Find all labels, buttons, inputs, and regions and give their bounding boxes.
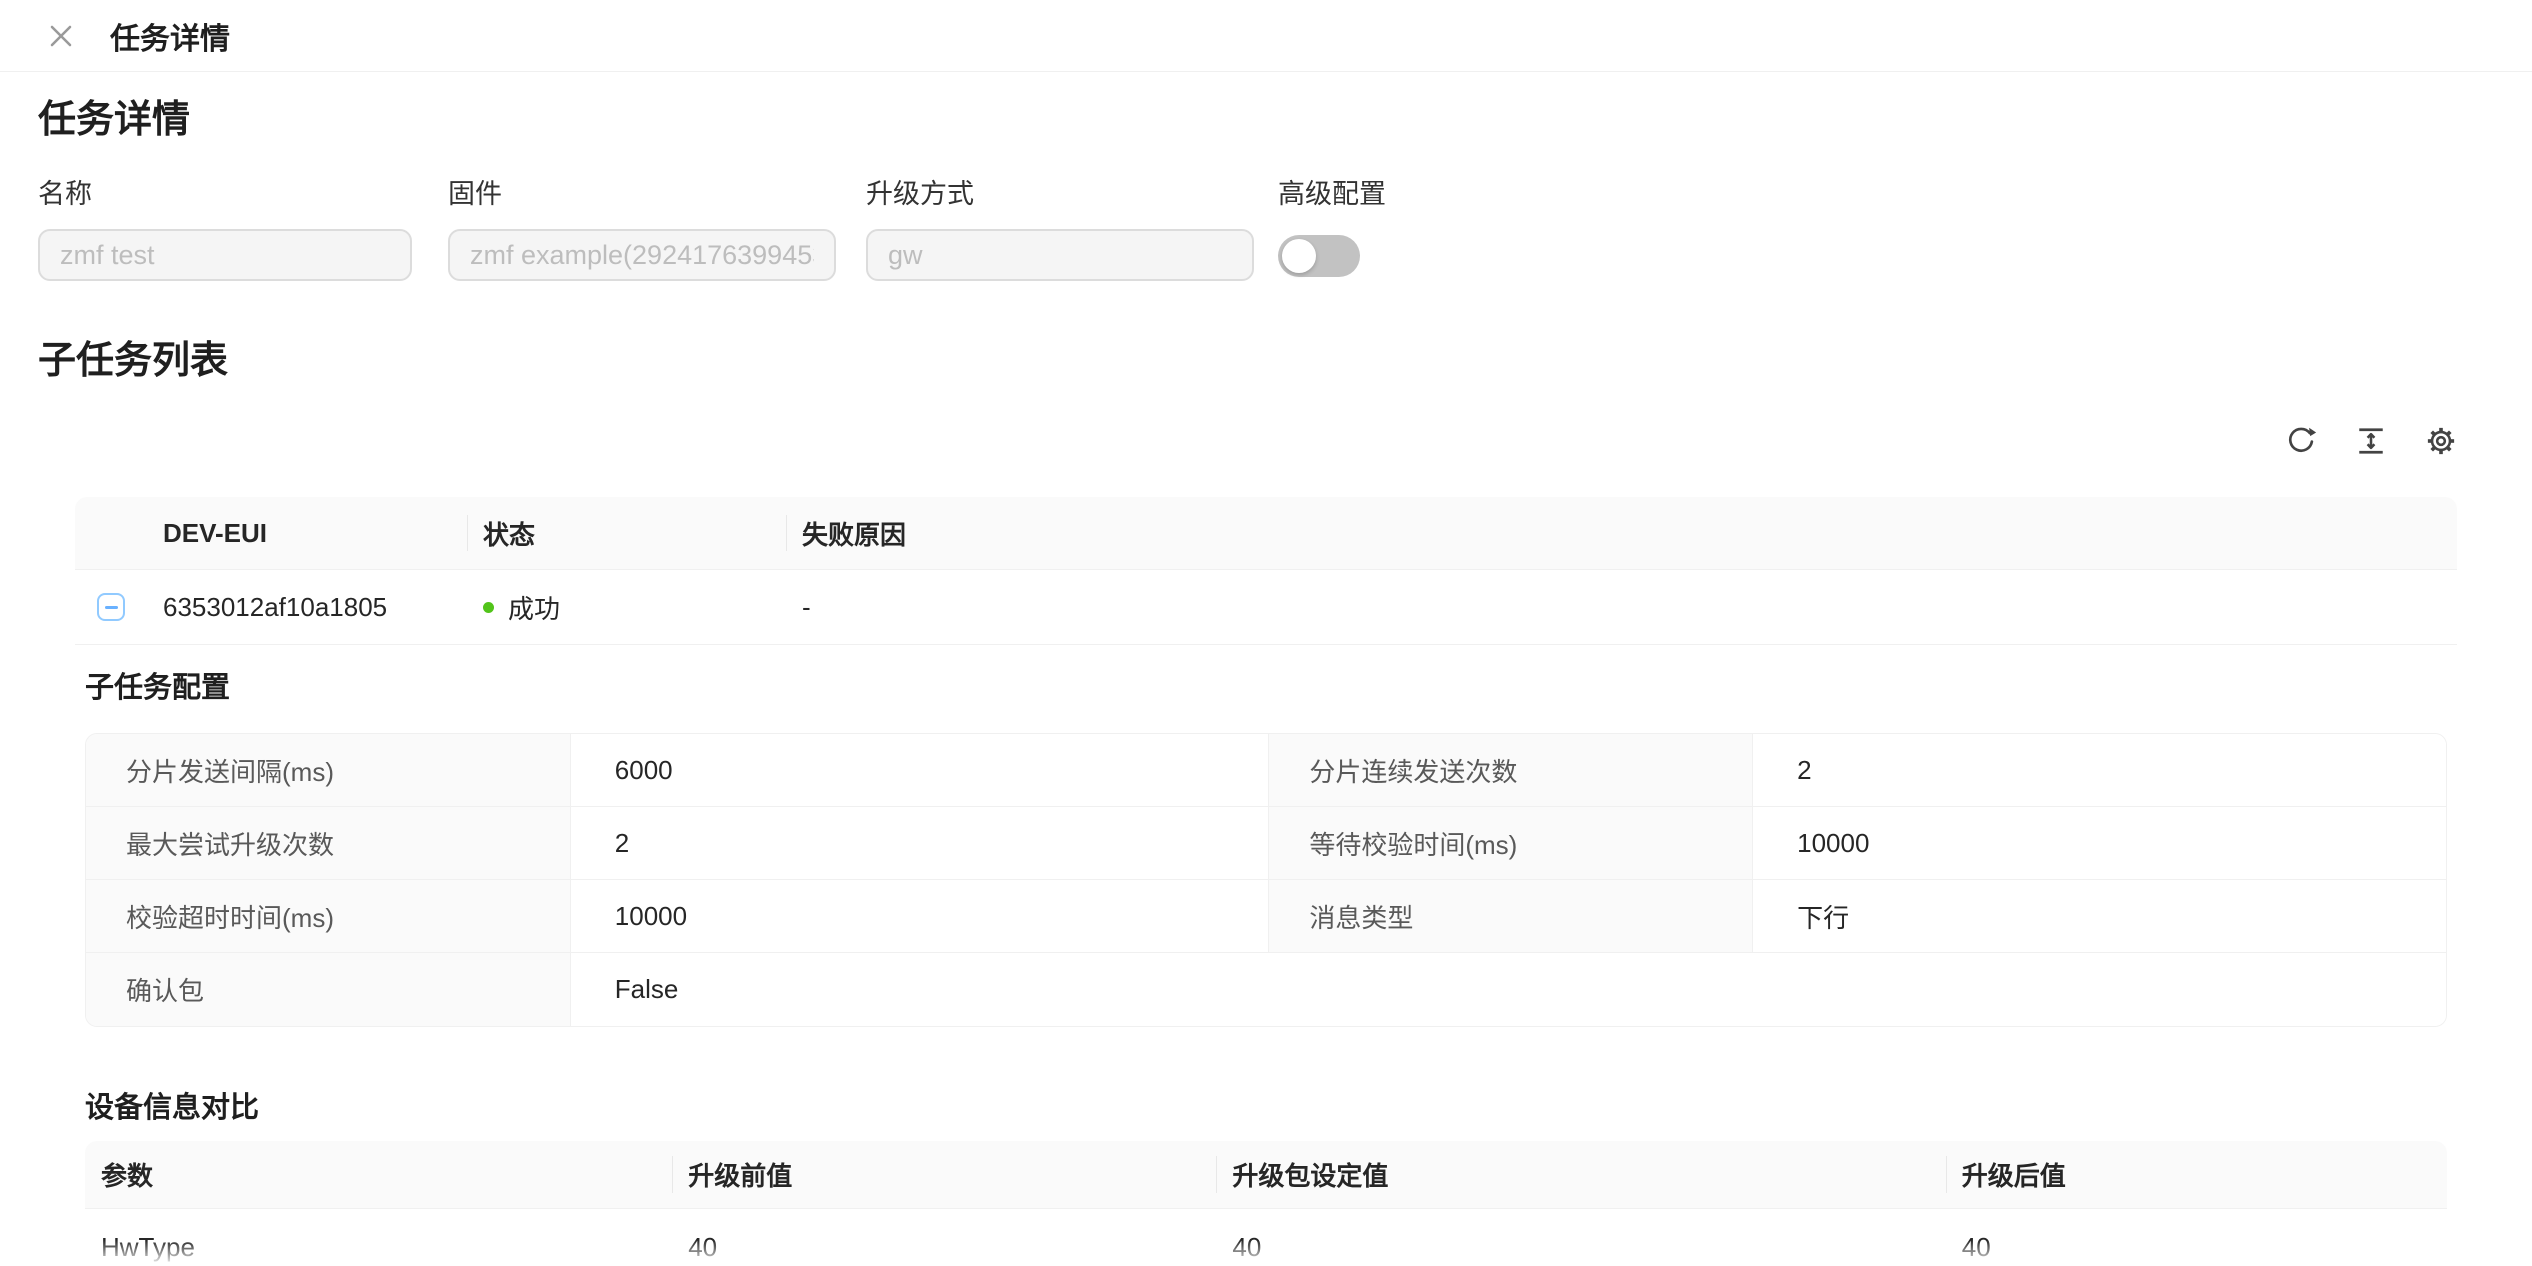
subtask-config-heading: 子任务配置 xyxy=(85,645,2447,707)
name-label: 名称 xyxy=(38,172,412,211)
name-input[interactable] xyxy=(38,229,412,281)
task-detail-form: 名称 固件 升级方式 高级配置 xyxy=(38,172,2494,281)
device-comparison-table: 参数 升级前值 升级包设定值 升级后值 HwType 40 40 40 xyxy=(85,1141,2447,1266)
header-before-value: 升级前值 xyxy=(672,1141,1216,1208)
header-after-value: 升级后值 xyxy=(1946,1141,2447,1208)
upgrade-method-label: 升级方式 xyxy=(866,172,1254,211)
dev-eui-value: 6353012af10a1805 xyxy=(147,592,467,623)
header-failure-reason: 失败原因 xyxy=(786,497,2457,569)
table-toolbar xyxy=(75,423,2457,459)
package-value: 40 xyxy=(1216,1232,1945,1263)
config-label: 消息类型 xyxy=(1268,880,1752,953)
before-value: 40 xyxy=(672,1232,1216,1263)
header-package-value: 升级包设定值 xyxy=(1216,1141,1945,1208)
device-comparison-heading: 设备信息对比 xyxy=(85,1065,2447,1127)
minus-icon xyxy=(105,606,118,609)
header-param: 参数 xyxy=(85,1141,672,1208)
status-dot-icon xyxy=(483,602,494,613)
header-expand-col xyxy=(75,497,147,569)
upgrade-method-input[interactable] xyxy=(866,229,1254,281)
param-name: HwType xyxy=(85,1232,672,1263)
drawer-header: 任务详情 xyxy=(0,0,2532,72)
config-value: 2 xyxy=(1752,734,2446,807)
config-value: 下行 xyxy=(1752,880,2446,953)
config-value: False xyxy=(570,953,2446,1026)
config-label: 分片发送间隔(ms) xyxy=(86,734,570,807)
collapse-row-button[interactable] xyxy=(97,593,125,621)
column-height-icon[interactable] xyxy=(2355,425,2387,457)
task-detail-heading: 任务详情 xyxy=(38,98,2494,142)
status-badge: 成功 xyxy=(508,589,560,626)
advanced-config-label: 高级配置 xyxy=(1278,172,1386,211)
table-row: HwType 40 40 40 xyxy=(85,1209,2447,1266)
after-value: 40 xyxy=(1946,1232,2447,1263)
status-cell: 成功 xyxy=(467,589,786,626)
close-icon[interactable] xyxy=(44,19,78,53)
toggle-knob xyxy=(1282,239,1316,273)
failure-reason-value: - xyxy=(786,592,2457,623)
config-label: 等待校验时间(ms) xyxy=(1268,807,1752,880)
header-dev-eui: DEV-EUI xyxy=(147,497,467,569)
firmware-field-group: 固件 xyxy=(448,172,836,281)
config-value: 10000 xyxy=(570,880,1269,953)
config-value: 6000 xyxy=(570,734,1269,807)
comparison-table-header: 参数 升级前值 升级包设定值 升级后值 xyxy=(85,1141,2447,1209)
subtask-list-heading: 子任务列表 xyxy=(38,339,2494,383)
header-status: 状态 xyxy=(467,497,786,569)
config-label: 最大尝试升级次数 xyxy=(86,807,570,880)
subtask-table: DEV-EUI 状态 失败原因 6353012af10a1805 成功 xyxy=(75,497,2457,1266)
refresh-icon[interactable] xyxy=(2285,425,2317,457)
firmware-input[interactable] xyxy=(448,229,836,281)
advanced-config-group: 高级配置 xyxy=(1278,172,1386,281)
subtask-table-card: DEV-EUI 状态 失败原因 6353012af10a1805 成功 xyxy=(75,423,2457,1266)
task-detail-drawer: 任务详情 任务详情 名称 固件 升级方式 高级配置 xyxy=(0,0,2532,1266)
name-field-group: 名称 xyxy=(38,172,412,281)
table-row: 6353012af10a1805 成功 - xyxy=(75,570,2457,645)
config-label: 分片连续发送次数 xyxy=(1268,734,1752,807)
settings-icon[interactable] xyxy=(2425,425,2457,457)
drawer-title: 任务详情 xyxy=(110,14,230,58)
config-value: 2 xyxy=(570,807,1269,880)
expanded-row-panel: 子任务配置 分片发送间隔(ms) 6000 分片连续发送次数 2 最大尝试升级次… xyxy=(75,645,2457,1266)
config-label: 校验超时时间(ms) xyxy=(86,880,570,953)
firmware-label: 固件 xyxy=(448,172,836,211)
subtask-config-table: 分片发送间隔(ms) 6000 分片连续发送次数 2 最大尝试升级次数 2 等待… xyxy=(85,733,2447,1027)
subtask-table-header: DEV-EUI 状态 失败原因 xyxy=(75,497,2457,570)
upgrade-method-field-group: 升级方式 xyxy=(866,172,1254,281)
config-label: 确认包 xyxy=(86,953,570,1026)
config-value: 10000 xyxy=(1752,807,2446,880)
advanced-config-toggle[interactable] xyxy=(1278,235,1360,277)
